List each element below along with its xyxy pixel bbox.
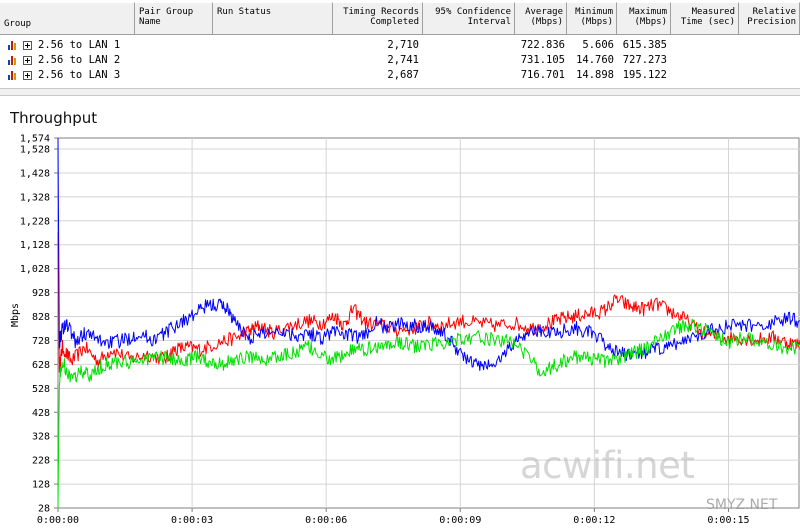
- x-tick-label: 0:00:00: [37, 515, 79, 526]
- x-tick-label: 0:00:09: [439, 515, 481, 526]
- y-tick-label: 128: [32, 480, 50, 491]
- watermark-text: acwifi.net: [520, 444, 695, 487]
- y-tick-label: 828: [32, 312, 50, 323]
- y-tick-label: 1,328: [20, 192, 50, 203]
- x-tick-label: 0:00:12: [573, 515, 615, 526]
- y-tick-label: 328: [32, 432, 50, 443]
- y-tick-label: 1,128: [20, 240, 50, 251]
- y-tick-label: 1,528: [20, 145, 50, 156]
- corner-mark-text: SMYZ.NET: [706, 497, 778, 513]
- y-tick-label: 28: [38, 504, 50, 515]
- x-tick-label: 0:00:03: [171, 515, 213, 526]
- y-tick-label: 1,228: [20, 216, 50, 227]
- y-axis-label: Mbps: [10, 303, 21, 327]
- y-tick-label: 628: [32, 360, 50, 371]
- y-tick-label: 728: [32, 336, 50, 347]
- y-tick-label: 1,574: [20, 134, 50, 145]
- y-tick-label: 1,428: [20, 168, 50, 179]
- x-tick-label: 0:00:06: [305, 515, 347, 526]
- x-tick-label: 0:00:15: [707, 515, 749, 526]
- y-tick-label: 528: [32, 384, 50, 395]
- y-tick-label: 428: [32, 408, 50, 419]
- y-tick-label: 1,028: [20, 264, 50, 275]
- y-tick-label: 928: [32, 288, 50, 299]
- y-tick-label: 228: [32, 456, 50, 467]
